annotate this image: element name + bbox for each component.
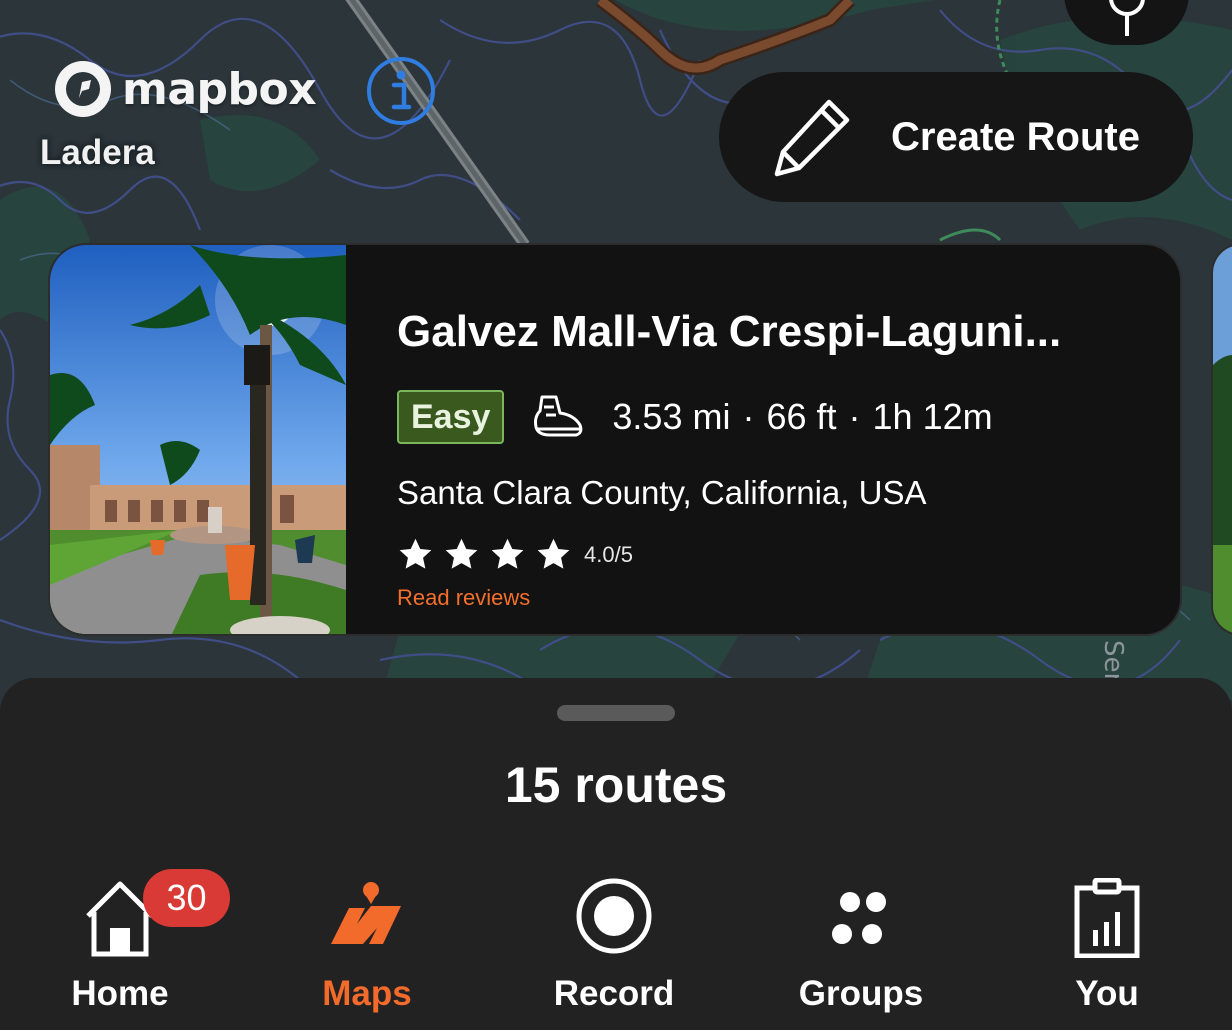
tab-groups[interactable]: Groups [781, 878, 941, 1030]
route-location: Santa Clara County, California, USA [397, 474, 927, 511]
route-photo [50, 245, 346, 634]
svg-text:Ser: Ser [1098, 640, 1128, 684]
mapbox-attribution[interactable]: mapbox [52, 58, 317, 120]
tab-you-label: You [1075, 974, 1139, 1013]
read-reviews-link[interactable]: Read reviews [397, 585, 530, 611]
route-duration: 1h 12m [872, 396, 993, 437]
clipboard-chart-icon [1074, 878, 1140, 958]
tab-groups-label: Groups [798, 974, 924, 1013]
next-route-card[interactable] [1211, 243, 1232, 636]
stat-separator: · [742, 396, 755, 437]
tab-record[interactable]: Record [534, 878, 694, 1030]
pencil-icon [774, 99, 850, 177]
tab-you[interactable]: You [1027, 878, 1187, 1030]
record-icon [576, 878, 652, 954]
rating-value: 4.0/5 [584, 541, 633, 567]
routes-count: 15 routes [504, 757, 728, 813]
hiking-shoe-icon [534, 395, 583, 437]
star-icon [445, 538, 478, 569]
rating-row: 4.0/5 [397, 536, 633, 573]
route-title[interactable]: Galvez Mall-Via Crespi-Laguni... [397, 307, 1061, 357]
star-icon [537, 538, 570, 569]
star-icon [491, 538, 524, 569]
info-icon[interactable] [365, 55, 437, 127]
compass-icon [1109, 0, 1145, 36]
map-place-label: Ladera [40, 133, 155, 172]
maps-icon [331, 882, 401, 944]
route-distance: 3.53 mi [612, 396, 731, 437]
route-elevation: 66 ft [766, 396, 837, 437]
create-route-label: Create Route [891, 114, 1140, 159]
tab-home-label: Home [71, 974, 169, 1013]
stat-separator: · [848, 396, 861, 437]
next-route-photo [1213, 245, 1232, 634]
route-card[interactable]: Galvez Mall-Via Crespi-Laguni... Easy 3.… [48, 243, 1182, 636]
notification-badge: 30 [143, 869, 230, 927]
tab-maps-label: Maps [322, 974, 412, 1013]
star-icon [399, 538, 432, 569]
tab-maps[interactable]: Maps [287, 878, 447, 1030]
route-stats: Easy 3.53 mi · 66 ft · 1h 12m [397, 389, 993, 445]
create-route-button[interactable]: Create Route [719, 72, 1193, 202]
tab-record-label: Record [553, 974, 675, 1013]
mapbox-wordmark: mapbox [122, 63, 317, 115]
mapbox-logo-icon [55, 61, 111, 117]
difficulty-badge: Easy [397, 390, 505, 444]
groups-icon [832, 892, 886, 944]
compass-button[interactable] [1064, 0, 1189, 45]
sheet-drag-handle[interactable] [557, 705, 675, 721]
